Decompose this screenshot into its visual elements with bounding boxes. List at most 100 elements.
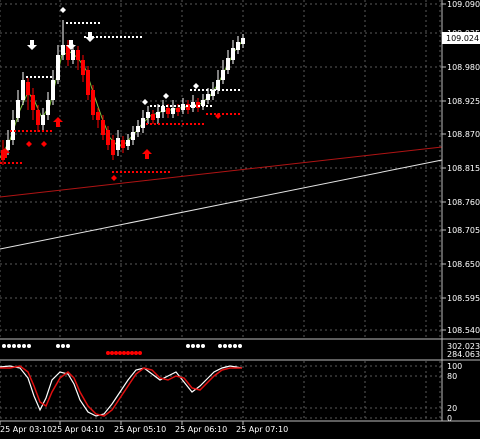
indicator1-red-dot [106, 351, 110, 355]
stoch-level-label: 0 [447, 414, 452, 423]
candle-body-1 [6, 140, 10, 150]
indicator1-white-dot [27, 344, 31, 348]
red-level-dot [162, 123, 164, 125]
up-arrow-marker [53, 117, 63, 127]
red-level-dot [136, 171, 138, 173]
white-level-dot [112, 36, 114, 38]
grid-lines [0, 0, 442, 420]
white-level-dot [186, 105, 188, 107]
white-diamond-marker [163, 93, 169, 99]
red-level-dot [230, 113, 232, 115]
candle-body-31 [156, 112, 160, 118]
white-level-dot [34, 76, 36, 78]
red-level-dot [182, 123, 184, 125]
down-arrow-marker [27, 40, 37, 50]
candle-body-17 [86, 70, 90, 95]
candle-body-5 [26, 82, 30, 95]
white-level-dot [210, 105, 212, 107]
red-level-dot [168, 171, 170, 173]
white-level-dot [202, 89, 204, 91]
indicator1-white-dot [233, 344, 237, 348]
white-level-dot [234, 89, 236, 91]
white-level-dot [218, 89, 220, 91]
price-label: 109.090 [447, 0, 480, 9]
red-level-dot [226, 113, 228, 115]
price-label: 108.815 [447, 164, 480, 173]
candle-body-14 [71, 50, 75, 60]
price-label: 108.540 [447, 326, 480, 335]
candle-body-8 [41, 115, 45, 125]
up-arrow-marker [142, 149, 152, 159]
candle-body-24 [121, 140, 125, 148]
candle-body-26 [131, 132, 135, 140]
candle-body-7 [36, 110, 40, 125]
trading-chart[interactable]: 10080200 109.090109.035108.980108.925108… [0, 0, 480, 435]
white-level-dot [194, 105, 196, 107]
candle-body-25 [126, 140, 130, 146]
red-level-dot [12, 162, 14, 164]
indicator1-white-dot [228, 344, 232, 348]
candle-body-48 [241, 38, 245, 44]
red-level-dot [156, 171, 158, 173]
red-level-dot [174, 123, 176, 125]
indicator-panel-1 [2, 344, 242, 355]
red-level-dot [148, 171, 150, 173]
red-level-dot [46, 130, 48, 132]
white-level-dot [50, 76, 52, 78]
white-level-dot [150, 105, 152, 107]
candle-body-23 [116, 138, 120, 150]
candle-body-33 [166, 108, 170, 114]
time-label: 25 Apr 06:10 [175, 425, 227, 434]
white-level-dot [190, 89, 192, 91]
candle-body-34 [171, 108, 175, 114]
indicator1-red-dot [122, 351, 126, 355]
red-level-dot [132, 171, 134, 173]
candle-body-10 [51, 80, 55, 100]
white-level-dot [124, 36, 126, 38]
indicator1-red-dot [126, 351, 130, 355]
indicator1-white-dot [66, 344, 70, 348]
red-level-dot [186, 123, 188, 125]
white-level-dot [30, 76, 32, 78]
white-level-dot [132, 36, 134, 38]
candle-body-27 [136, 126, 140, 132]
candle-body-35 [176, 108, 180, 112]
candle-body-29 [146, 112, 150, 118]
white-level-dot [238, 89, 240, 91]
white-level-dot [70, 22, 72, 24]
red-level-dot [160, 171, 162, 173]
chart-canvas[interactable]: 10080200 109.090109.035108.980108.925108… [0, 0, 480, 435]
red-level-dot [234, 113, 236, 115]
indicator1-white-dot [238, 344, 242, 348]
trend-line-white [0, 159, 443, 250]
price-label: 108.760 [447, 198, 480, 207]
indicator1-label-b: 284.0634 [447, 350, 480, 359]
candle-body-9 [46, 100, 50, 115]
red-level-dot [42, 130, 44, 132]
price-label: 108.925 [447, 97, 480, 106]
candle-body-3 [16, 100, 20, 118]
candle-body-18 [91, 90, 95, 115]
indicator1-red-dot [138, 351, 142, 355]
white-level-dot [202, 105, 204, 107]
white-level-dot [194, 89, 196, 91]
indicator1-white-dot [7, 344, 11, 348]
trend-line-red [0, 146, 443, 198]
white-level-dot [198, 89, 200, 91]
candle-body-46 [231, 48, 235, 60]
white-level-dot [26, 76, 28, 78]
red-level-dot [34, 130, 36, 132]
candle-body-30 [151, 114, 155, 120]
white-level-dot [166, 105, 168, 107]
indicator1-red-dot [110, 351, 114, 355]
price-label: 108.650 [447, 260, 480, 269]
candle-body-21 [106, 130, 110, 145]
candle-body-28 [141, 118, 145, 128]
red-level-dot [164, 171, 166, 173]
price-label: 108.595 [447, 294, 480, 303]
trend-lines [0, 146, 443, 250]
candle-body-22 [111, 140, 115, 155]
white-level-dot [38, 76, 40, 78]
white-level-dot [108, 36, 110, 38]
red-level-dot [8, 162, 10, 164]
